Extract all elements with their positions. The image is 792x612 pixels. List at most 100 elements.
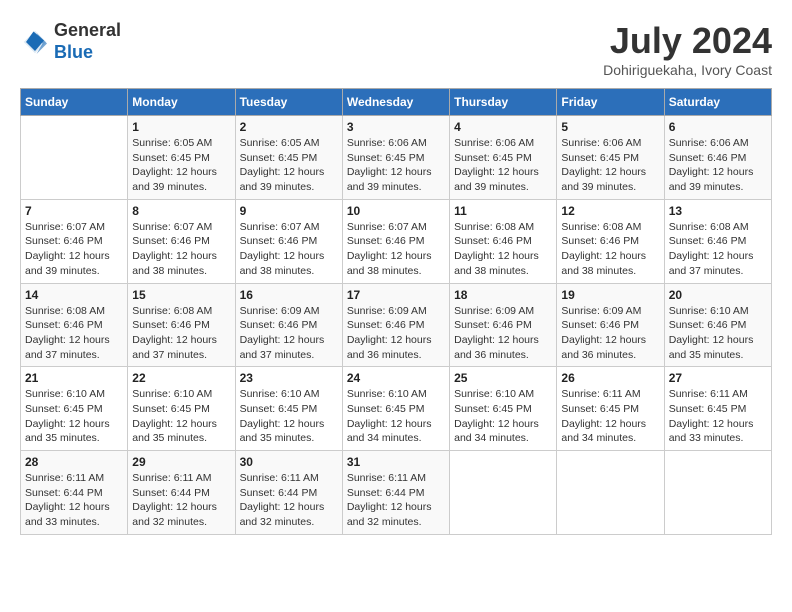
day-number: 21 [25, 371, 123, 385]
day-info: Sunrise: 6:08 AM Sunset: 6:46 PM Dayligh… [132, 304, 230, 363]
calendar-cell [557, 451, 664, 535]
day-info: Sunrise: 6:11 AM Sunset: 6:44 PM Dayligh… [347, 471, 445, 530]
day-info: Sunrise: 6:11 AM Sunset: 6:45 PM Dayligh… [669, 387, 767, 446]
day-number: 13 [669, 204, 767, 218]
calendar-cell: 23Sunrise: 6:10 AM Sunset: 6:45 PM Dayli… [235, 367, 342, 451]
calendar-cell: 9 Sunrise: 6:07 AM Sunset: 6:46 PM Daylig… [235, 199, 342, 283]
day-number: 10 [347, 204, 445, 218]
calendar-cell: 13 Sunrise: 6:08 AM Sunset: 6:46 PM Dayli… [664, 199, 771, 283]
weekday-header: Sunday [21, 89, 128, 116]
day-info: Sunrise: 6:07 AM Sunset: 6:46 PM Dayligh… [132, 220, 230, 279]
day-info: Sunrise: 6:06 AM Sunset: 6:45 PM Dayligh… [561, 136, 659, 195]
calendar-cell: 14Sunrise: 6:08 AM Sunset: 6:46 PM Dayli… [21, 283, 128, 367]
day-number: 7 [25, 204, 123, 218]
calendar-cell: 4 Sunrise: 6:06 AM Sunset: 6:45 PM Daylig… [450, 116, 557, 200]
day-info: Sunrise: 6:09 AM Sunset: 6:46 PM Dayligh… [240, 304, 338, 363]
calendar-cell [450, 451, 557, 535]
calendar-cell: 21Sunrise: 6:10 AM Sunset: 6:45 PM Dayli… [21, 367, 128, 451]
calendar-cell: 20Sunrise: 6:10 AM Sunset: 6:46 PM Dayli… [664, 283, 771, 367]
calendar-cell: 8 Sunrise: 6:07 AM Sunset: 6:46 PM Daylig… [128, 199, 235, 283]
calendar-cell: 27 Sunrise: 6:11 AM Sunset: 6:45 PM Dayli… [664, 367, 771, 451]
title-block: July 2024 Dohiriguekaha, Ivory Coast [603, 20, 772, 78]
weekday-header-row: SundayMondayTuesdayWednesdayThursdayFrid… [21, 89, 772, 116]
day-info: Sunrise: 6:08 AM Sunset: 6:46 PM Dayligh… [561, 220, 659, 279]
weekday-header: Friday [557, 89, 664, 116]
day-number: 1 [132, 120, 230, 134]
day-info: Sunrise: 6:06 AM Sunset: 6:46 PM Dayligh… [669, 136, 767, 195]
weekday-header: Saturday [664, 89, 771, 116]
calendar-cell: 29 Sunrise: 6:11 AM Sunset: 6:44 PM Dayli… [128, 451, 235, 535]
day-info: Sunrise: 6:05 AM Sunset: 6:45 PM Dayligh… [132, 136, 230, 195]
day-number: 23 [240, 371, 338, 385]
weekday-header: Tuesday [235, 89, 342, 116]
day-info: Sunrise: 6:08 AM Sunset: 6:46 PM Dayligh… [669, 220, 767, 279]
day-number: 11 [454, 204, 552, 218]
day-number: 25 [454, 371, 552, 385]
day-info: Sunrise: 6:09 AM Sunset: 6:46 PM Dayligh… [561, 304, 659, 363]
day-info: Sunrise: 6:11 AM Sunset: 6:45 PM Dayligh… [561, 387, 659, 446]
calendar-cell: 24 Sunrise: 6:10 AM Sunset: 6:45 PM Dayli… [342, 367, 449, 451]
calendar-cell: 30 Sunrise: 6:11 AM Sunset: 6:44 PM Dayli… [235, 451, 342, 535]
calendar-cell: 28 Sunrise: 6:11 AM Sunset: 6:44 PM Dayli… [21, 451, 128, 535]
calendar-cell: 10Sunrise: 6:07 AM Sunset: 6:46 PM Dayli… [342, 199, 449, 283]
day-number: 24 [347, 371, 445, 385]
day-info: Sunrise: 6:05 AM Sunset: 6:45 PM Dayligh… [240, 136, 338, 195]
day-number: 4 [454, 120, 552, 134]
logo-text: General Blue [54, 20, 121, 63]
calendar-week-row: 21 Sunrise: 6:10 AM Sunset: 6:45 PM Dayli… [21, 367, 772, 451]
day-info: Sunrise: 6:06 AM Sunset: 6:45 PM Dayligh… [454, 136, 552, 195]
calendar-cell: 2 Sunrise: 6:05 AM Sunset: 6:45 PM Daylig… [235, 116, 342, 200]
calendar-cell: 17Sunrise: 6:09 AM Sunset: 6:46 PM Dayli… [342, 283, 449, 367]
calendar-cell: 15 Sunrise: 6:08 AM Sunset: 6:46 PM Dayli… [128, 283, 235, 367]
calendar-cell: 3 Sunrise: 6:06 AM Sunset: 6:45 PM Daylig… [342, 116, 449, 200]
calendar-cell [664, 451, 771, 535]
day-number: 22 [132, 371, 230, 385]
calendar-cell: 25 Sunrise: 6:10 AM Sunset: 6:45 PM Dayli… [450, 367, 557, 451]
day-info: Sunrise: 6:11 AM Sunset: 6:44 PM Dayligh… [240, 471, 338, 530]
month-year: July 2024 [603, 20, 772, 62]
calendar-week-row: 7 Sunrise: 6:07 AM Sunset: 6:46 PM Daylig… [21, 199, 772, 283]
page-header: General Blue July 2024 Dohiriguekaha, Iv… [20, 20, 772, 78]
logo-icon [20, 27, 50, 57]
day-number: 9 [240, 204, 338, 218]
calendar-week-row: 1 Sunrise: 6:05 AM Sunset: 6:45 PM Daylig… [21, 116, 772, 200]
calendar-cell: 16 Sunrise: 6:09 AM Sunset: 6:46 PM Dayli… [235, 283, 342, 367]
day-info: Sunrise: 6:09 AM Sunset: 6:46 PM Dayligh… [454, 304, 552, 363]
day-info: Sunrise: 6:07 AM Sunset: 6:46 PM Dayligh… [240, 220, 338, 279]
day-info: Sunrise: 6:07 AM Sunset: 6:46 PM Dayligh… [25, 220, 123, 279]
day-number: 3 [347, 120, 445, 134]
day-number: 28 [25, 455, 123, 469]
weekday-header: Monday [128, 89, 235, 116]
calendar-cell: 5Sunrise: 6:06 AM Sunset: 6:45 PM Daylig… [557, 116, 664, 200]
day-info: Sunrise: 6:10 AM Sunset: 6:45 PM Dayligh… [347, 387, 445, 446]
calendar-cell: 19Sunrise: 6:09 AM Sunset: 6:46 PM Dayli… [557, 283, 664, 367]
calendar-table: SundayMondayTuesdayWednesdayThursdayFrid… [20, 88, 772, 535]
calendar-cell: 22 Sunrise: 6:10 AM Sunset: 6:45 PM Dayli… [128, 367, 235, 451]
calendar-cell: 18 Sunrise: 6:09 AM Sunset: 6:46 PM Dayli… [450, 283, 557, 367]
day-info: Sunrise: 6:11 AM Sunset: 6:44 PM Dayligh… [25, 471, 123, 530]
calendar-cell: 7 Sunrise: 6:07 AM Sunset: 6:46 PM Daylig… [21, 199, 128, 283]
day-number: 8 [132, 204, 230, 218]
calendar-cell: 6 Sunrise: 6:06 AM Sunset: 6:46 PM Daylig… [664, 116, 771, 200]
day-info: Sunrise: 6:08 AM Sunset: 6:46 PM Dayligh… [454, 220, 552, 279]
day-number: 29 [132, 455, 230, 469]
day-number: 16 [240, 288, 338, 302]
calendar-cell: 11 Sunrise: 6:08 AM Sunset: 6:46 PM Dayli… [450, 199, 557, 283]
calendar-cell: 1 Sunrise: 6:05 AM Sunset: 6:45 PM Daylig… [128, 116, 235, 200]
day-number: 26 [561, 371, 659, 385]
day-info: Sunrise: 6:10 AM Sunset: 6:45 PM Dayligh… [132, 387, 230, 446]
day-number: 18 [454, 288, 552, 302]
calendar-cell: 12Sunrise: 6:08 AM Sunset: 6:46 PM Dayli… [557, 199, 664, 283]
day-number: 15 [132, 288, 230, 302]
calendar-week-row: 28 Sunrise: 6:11 AM Sunset: 6:44 PM Dayli… [21, 451, 772, 535]
weekday-header: Thursday [450, 89, 557, 116]
day-info: Sunrise: 6:10 AM Sunset: 6:46 PM Dayligh… [669, 304, 767, 363]
day-info: Sunrise: 6:06 AM Sunset: 6:45 PM Dayligh… [347, 136, 445, 195]
day-number: 30 [240, 455, 338, 469]
day-number: 6 [669, 120, 767, 134]
day-info: Sunrise: 6:10 AM Sunset: 6:45 PM Dayligh… [454, 387, 552, 446]
day-number: 17 [347, 288, 445, 302]
day-number: 2 [240, 120, 338, 134]
day-info: Sunrise: 6:11 AM Sunset: 6:44 PM Dayligh… [132, 471, 230, 530]
day-number: 27 [669, 371, 767, 385]
